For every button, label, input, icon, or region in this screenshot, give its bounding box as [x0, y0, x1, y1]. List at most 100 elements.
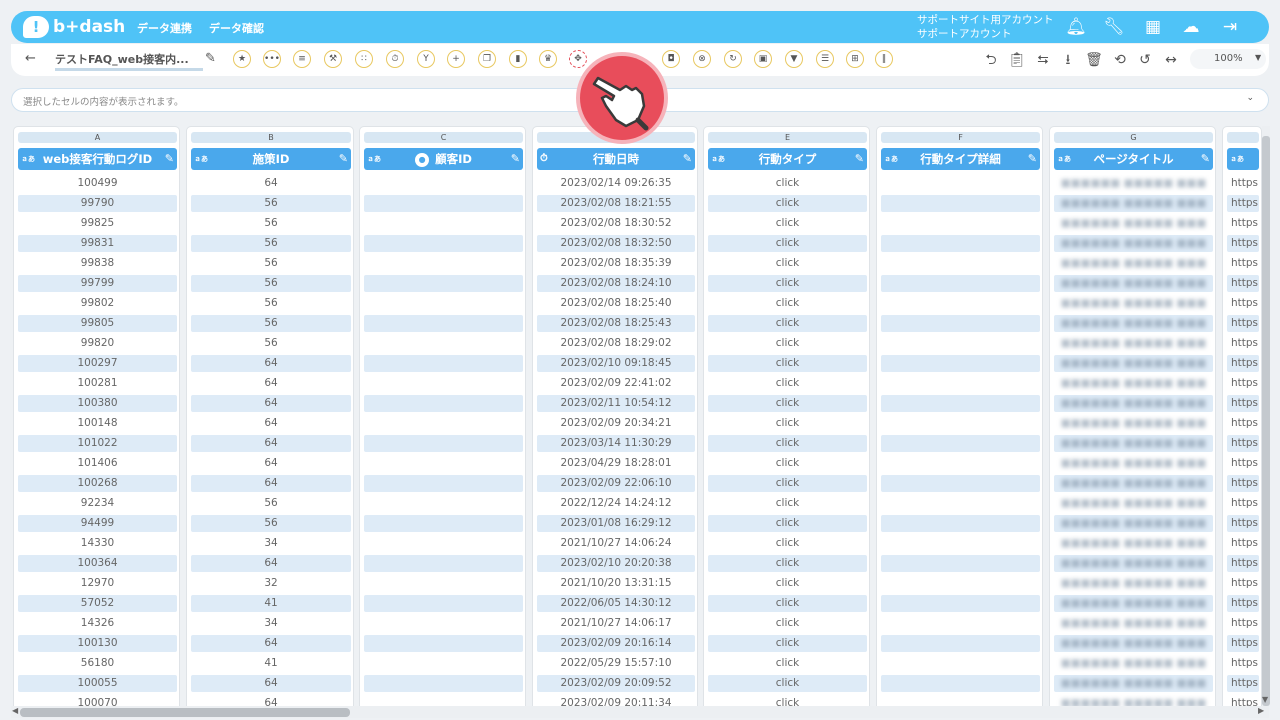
nav-data-check[interactable]: データ確認 — [209, 20, 264, 36]
workflow-icon[interactable]: ⮌ — [981, 50, 1001, 70]
grid-cell[interactable]: click — [708, 395, 867, 412]
grid-cell[interactable]: 2021/10/20 13:31:15 — [537, 575, 695, 592]
grid-cell[interactable]: 57052 — [18, 595, 177, 612]
refresh-icon[interactable]: ↻ — [724, 50, 742, 68]
grid-cell[interactable] — [881, 195, 1040, 212]
grid-cell[interactable] — [364, 275, 523, 292]
grid-cell[interactable]: ■■■■■■ ■■■■■ ■■■ — [1054, 275, 1213, 292]
grid-cell[interactable]: ■■■■■■ ■■■■■ ■■■ — [1054, 515, 1213, 532]
grid-cell[interactable] — [364, 495, 523, 512]
download-icon[interactable]: ⭳ — [1058, 50, 1078, 70]
grid-cell[interactable]: 56 — [191, 315, 351, 332]
grid-cell[interactable]: https — [1227, 455, 1259, 472]
grid-cell[interactable]: 2023/03/14 11:30:29 — [537, 435, 695, 452]
grid-cell[interactable] — [364, 515, 523, 532]
grid-cell[interactable]: https — [1227, 415, 1259, 432]
grid-cell[interactable]: 64 — [191, 555, 351, 572]
grid-cell[interactable]: click — [708, 455, 867, 472]
grid-cell[interactable]: click — [708, 335, 867, 352]
grid-cell[interactable]: 64 — [191, 475, 351, 492]
freeze-icon[interactable]: ‖ — [875, 50, 893, 68]
grid-cell[interactable]: 34 — [191, 535, 351, 552]
grid-cell[interactable]: https — [1227, 315, 1259, 332]
grid-cell[interactable]: 64 — [191, 395, 351, 412]
grid-cell[interactable] — [881, 375, 1040, 392]
grid-cell[interactable] — [881, 235, 1040, 252]
clipboard-icon[interactable]: 📋︎ — [1007, 50, 1027, 70]
sheet-name[interactable]: テストFAQ_web接客内... — [55, 51, 203, 71]
grid-cell[interactable] — [364, 655, 523, 672]
edit-column-pencil-icon[interactable]: ✎ — [511, 148, 520, 170]
grid-cell[interactable]: 34 — [191, 615, 351, 632]
grid-cell[interactable]: 56 — [191, 195, 351, 212]
grid-cell[interactable] — [364, 435, 523, 452]
account-info[interactable]: サポートサイト用アカウント サポートアカウント — [917, 13, 1054, 41]
edit-column-pencil-icon[interactable]: ✎ — [1201, 148, 1210, 170]
grid-cell[interactable]: ■■■■■■ ■■■■■ ■■■ — [1054, 375, 1213, 392]
grid-cell[interactable]: click — [708, 515, 867, 532]
grid-cell[interactable]: click — [708, 275, 867, 292]
grid-cell[interactable]: https — [1227, 195, 1259, 212]
grid-cell[interactable]: 2023/02/09 22:41:02 — [537, 375, 695, 392]
grid-cell[interactable]: 2021/10/27 14:06:24 — [537, 535, 695, 552]
chevron-down-icon[interactable]: ⌄ — [1246, 93, 1254, 103]
edit-column-pencil-icon[interactable]: ✎ — [1028, 148, 1037, 170]
grid-cell[interactable]: 99790 — [18, 195, 177, 212]
grid-cell[interactable]: click — [708, 255, 867, 272]
grid-cell[interactable]: click — [708, 175, 867, 192]
grid-cell[interactable]: https — [1227, 235, 1259, 252]
grid-cell[interactable] — [364, 215, 523, 232]
grid-cell[interactable] — [881, 655, 1040, 672]
branch-icon[interactable]: Y — [417, 50, 435, 68]
grid-cell[interactable]: click — [708, 235, 867, 252]
grid-cell[interactable]: 2023/02/14 09:26:35 — [537, 175, 695, 192]
grid-cell[interactable] — [881, 615, 1040, 632]
code-icon[interactable]: ↔ — [1161, 50, 1181, 70]
table-icon[interactable]: ☰ — [816, 50, 834, 68]
apps-grid-icon[interactable]: ▦ — [1141, 15, 1165, 39]
grid-cell[interactable]: 2023/01/08 16:29:12 — [537, 515, 695, 532]
grid-cell[interactable]: 2023/02/09 20:09:52 — [537, 675, 695, 692]
grid-cell[interactable]: click — [708, 635, 867, 652]
grid-cell[interactable]: https — [1227, 495, 1259, 512]
grid-cell[interactable]: 64 — [191, 415, 351, 432]
grid-cell[interactable]: 41 — [191, 595, 351, 612]
grid-cell[interactable]: click — [708, 215, 867, 232]
grid-cell[interactable]: 2022/12/24 14:24:12 — [537, 495, 695, 512]
grid-cell[interactable] — [364, 175, 523, 192]
column-letter[interactable]: G — [1054, 132, 1213, 143]
grid-cell[interactable]: 64 — [191, 355, 351, 372]
grid-cell[interactable] — [364, 235, 523, 252]
grid-cell[interactable]: 99825 — [18, 215, 177, 232]
grid-cell[interactable]: 100281 — [18, 375, 177, 392]
square-icon[interactable]: ▣ — [754, 50, 772, 68]
column-letter[interactable] — [1227, 132, 1259, 143]
grid-cell[interactable]: 2022/06/05 14:30:12 — [537, 595, 695, 612]
grid-cell[interactable] — [881, 275, 1040, 292]
grid-cell[interactable]: click — [708, 355, 867, 372]
grid-cell[interactable]: click — [708, 315, 867, 332]
grid-cell[interactable]: click — [708, 375, 867, 392]
bell-icon[interactable]: 🔔︎ — [1064, 15, 1088, 39]
grid-cell[interactable]: ■■■■■■ ■■■■■ ■■■ — [1054, 215, 1213, 232]
grid-cell[interactable]: 100055 — [18, 675, 177, 692]
grid-cell[interactable]: 64 — [191, 455, 351, 472]
grid-cell[interactable]: https — [1227, 675, 1259, 692]
grid-cell[interactable]: 12970 — [18, 575, 177, 592]
grid-cell[interactable]: 56 — [191, 495, 351, 512]
grid-cell[interactable]: 100380 — [18, 395, 177, 412]
column-letter[interactable]: E — [708, 132, 867, 143]
grid-cell[interactable]: ■■■■■■ ■■■■■ ■■■ — [1054, 295, 1213, 312]
grid-cell[interactable]: 100499 — [18, 175, 177, 192]
grid-cell[interactable]: https — [1227, 535, 1259, 552]
grid-cell[interactable] — [881, 295, 1040, 312]
grid-cell[interactable] — [364, 555, 523, 572]
grid-cell[interactable] — [364, 355, 523, 372]
grid-cell[interactable]: ■■■■■■ ■■■■■ ■■■ — [1054, 655, 1213, 672]
grid-cell[interactable]: 2023/02/09 22:06:10 — [537, 475, 695, 492]
grid-cell[interactable]: 101022 — [18, 435, 177, 452]
bag-icon[interactable]: ◘ — [662, 50, 680, 68]
grid-cell[interactable] — [881, 395, 1040, 412]
grid-cell[interactable]: ■■■■■■ ■■■■■ ■■■ — [1054, 635, 1213, 652]
grid-cell[interactable]: 2023/02/08 18:21:55 — [537, 195, 695, 212]
